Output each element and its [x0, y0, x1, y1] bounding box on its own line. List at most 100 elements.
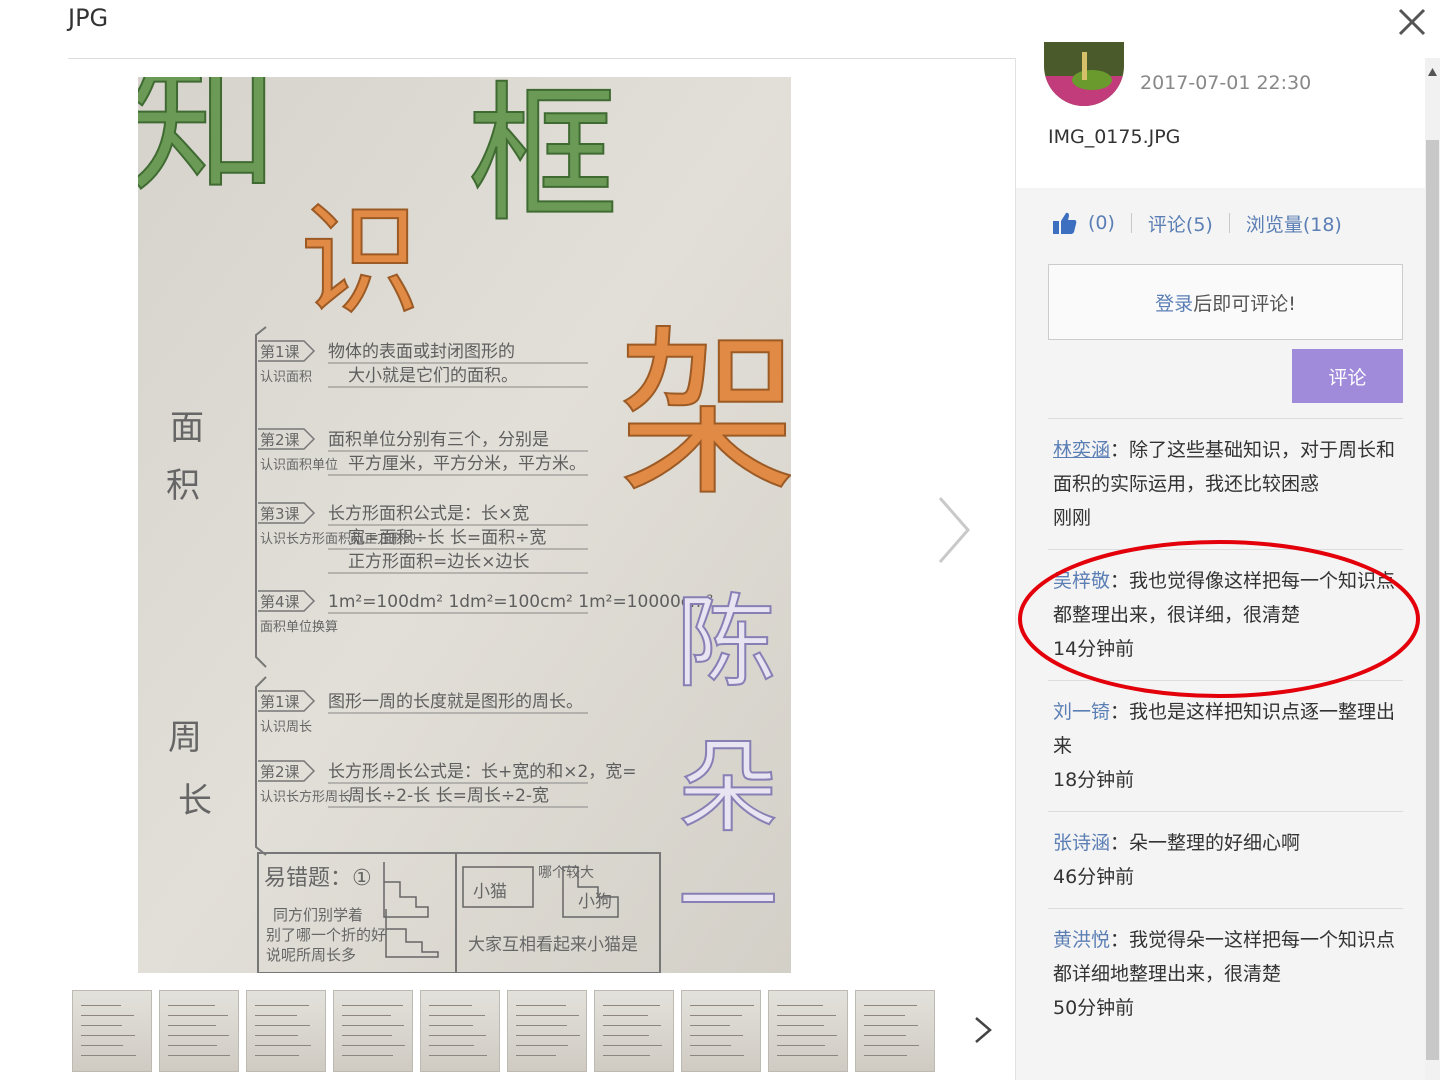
thumbnail-item[interactable] — [855, 990, 935, 1072]
thumbnail-item[interactable] — [594, 990, 674, 1072]
thumbnail-line — [516, 1005, 566, 1006]
lesson-tag: 第2课 — [260, 431, 300, 449]
close-icon[interactable] — [1392, 2, 1432, 42]
submit-comment-button[interactable]: 评论 — [1292, 349, 1403, 403]
comment-author[interactable]: 黄洪悦 — [1053, 929, 1110, 951]
comment-time: 46分钟前 — [1053, 866, 1135, 888]
avatar[interactable] — [1044, 42, 1124, 106]
thumbnail-line — [777, 1025, 824, 1026]
thumbnail-line — [81, 1045, 123, 1046]
stats-divider — [1228, 213, 1230, 233]
thumbnail-line — [777, 1055, 838, 1056]
bottom-box-left-2: 别了哪一个折的好 — [266, 926, 386, 944]
thumbnail-line — [81, 1035, 135, 1036]
thumbnail-item[interactable] — [333, 990, 413, 1072]
lesson-line: 大小就是它们的面积。 — [348, 366, 518, 386]
thumbnail-item[interactable] — [72, 990, 152, 1072]
comments-count-link[interactable]: 评论(5) — [1148, 210, 1213, 237]
scroll-up-arrow-icon[interactable] — [1427, 66, 1438, 78]
thumbnail-line — [168, 1035, 229, 1036]
comment-author[interactable]: 张诗涵 — [1053, 832, 1110, 854]
thumbnail-line — [603, 1055, 650, 1056]
views-count: 浏览量(18) — [1245, 213, 1342, 236]
lesson-subtitle: 面积单位换算 — [260, 620, 338, 635]
comment-panel: 2017-07-01 22:30 IMG_0175.JPG (0) 评论(5) … — [1015, 42, 1426, 1080]
thumbnail-line — [429, 1005, 472, 1006]
lesson-line: 长方形周长公式是：长+宽的和×2，宽= — [328, 762, 637, 782]
thumbnail-line — [342, 1055, 393, 1056]
bottom-box-right-3: 小狗 — [578, 892, 612, 912]
thumbnail-line — [255, 1025, 310, 1026]
thumbnail-line — [429, 1025, 473, 1026]
thumbnail-line — [603, 1035, 649, 1036]
lesson-tag: 第3课 — [260, 505, 300, 523]
thumbnail-line — [429, 1035, 486, 1036]
post-header: 2017-07-01 22:30 IMG_0175.JPG — [1016, 42, 1426, 188]
comment-list: 林奕涵：除了这些基础知识，对于周长和面积的实际运用，我还比较困惑 刚刚 吴梓敬：… — [1048, 418, 1403, 1039]
thumbnail-line — [516, 1025, 567, 1026]
thumbnail-line — [690, 1035, 743, 1036]
login-prompt-text: 后即可评论! — [1193, 292, 1296, 315]
thumbnail-item[interactable] — [768, 990, 848, 1072]
thumbnail-line — [864, 1025, 918, 1026]
comment-author[interactable]: 林奕涵 — [1053, 439, 1110, 461]
section-label-perimeter-1: 周 — [168, 718, 202, 758]
thumbnail-line — [864, 1015, 905, 1016]
thumbnail-next-arrow-icon[interactable] — [970, 1010, 996, 1050]
thumbnail-line — [603, 1005, 660, 1006]
comment-separator: ： — [1110, 701, 1130, 723]
comment-time: 14分钟前 — [1053, 638, 1135, 660]
comment-login-prompt: 登录 后即可评论! — [1048, 264, 1403, 340]
thumbnail-line — [342, 1035, 392, 1036]
thumbs-up-icon[interactable] — [1052, 211, 1078, 235]
thumbnail-item[interactable] — [246, 990, 326, 1072]
bottom-box-right-1: 小猫 — [473, 882, 507, 902]
next-image-arrow-icon[interactable] — [930, 490, 980, 570]
thumbnail-line — [255, 1005, 309, 1006]
lesson-line: 周长÷2-长 长=周长÷2-宽 — [348, 786, 549, 806]
login-link[interactable]: 登录 — [1155, 289, 1193, 316]
lesson-line: 长方形面积公式是：长×宽 — [328, 504, 529, 524]
lesson-tag: 第1课 — [260, 693, 300, 711]
thumbnail-line — [342, 1005, 403, 1006]
lesson-subtitle: 认识面积单位 — [260, 458, 338, 473]
lesson-line: 图形一周的长度就是图形的周长。 — [328, 692, 583, 712]
like-count[interactable]: (0) — [1088, 212, 1115, 234]
comment-item: 张诗涵：朵一整理的好细心啊 46分钟前 — [1048, 811, 1403, 908]
comment-item: 林奕涵：除了这些基础知识，对于周长和面积的实际运用，我还比较困惑 刚刚 — [1048, 418, 1403, 549]
thumbnail-line — [168, 1045, 217, 1046]
photo-author-char-2: 朵 — [678, 729, 778, 846]
scrollbar-thumb[interactable] — [1426, 140, 1439, 1060]
thumbnail-item[interactable] — [681, 990, 761, 1072]
thumbnail-line — [81, 1015, 134, 1016]
bottom-box-left-3: 说呢所周长多 — [266, 946, 356, 964]
lesson-tag: 第4课 — [260, 593, 300, 611]
main-photo: 知 识 框 架 面 积 周 长 第1课 认识面积 物体的表面或封闭图形的 大小就是它们… — [138, 77, 791, 973]
lesson-line: 平方厘米，平方分米，平方米。 — [348, 454, 586, 474]
comment-author[interactable]: 吴梓敬 — [1053, 570, 1110, 592]
thumbnail-item[interactable] — [507, 990, 587, 1072]
comment-time: 刚刚 — [1053, 507, 1092, 529]
photo-title-char-1: 知 — [138, 77, 278, 213]
thumbnail-line — [429, 1045, 474, 1046]
thumbnail-line — [342, 1025, 404, 1026]
thumbnail-line — [255, 1035, 298, 1036]
file-name: IMG_0175.JPG — [1048, 126, 1181, 148]
comment-time: 18分钟前 — [1053, 769, 1135, 791]
comment-item: 吴梓敬：我也觉得像这样把每一个知识点都整理出来，很详细，很清楚 14分钟前 — [1048, 549, 1403, 680]
thumbnail-item[interactable] — [159, 990, 239, 1072]
thumbnail-line — [255, 1045, 311, 1046]
bottom-box-left-1: 同方们别学着 — [273, 906, 363, 924]
photo-author-char-3: 一 — [678, 844, 778, 961]
thumbnail-item[interactable] — [420, 990, 500, 1072]
photo-title-char-3: 框 — [468, 77, 618, 243]
stats-divider — [1130, 213, 1132, 233]
thumbnail-line — [516, 1015, 579, 1016]
thumbnail-line — [603, 1015, 648, 1016]
header-divider — [68, 58, 1018, 59]
thumbnail-line — [342, 1015, 391, 1016]
photo-title-char-2: 识 — [300, 192, 420, 331]
thumbnail-line — [255, 1055, 299, 1056]
thumbnail-line — [690, 1045, 731, 1046]
comment-author[interactable]: 刘一锜 — [1053, 701, 1110, 723]
